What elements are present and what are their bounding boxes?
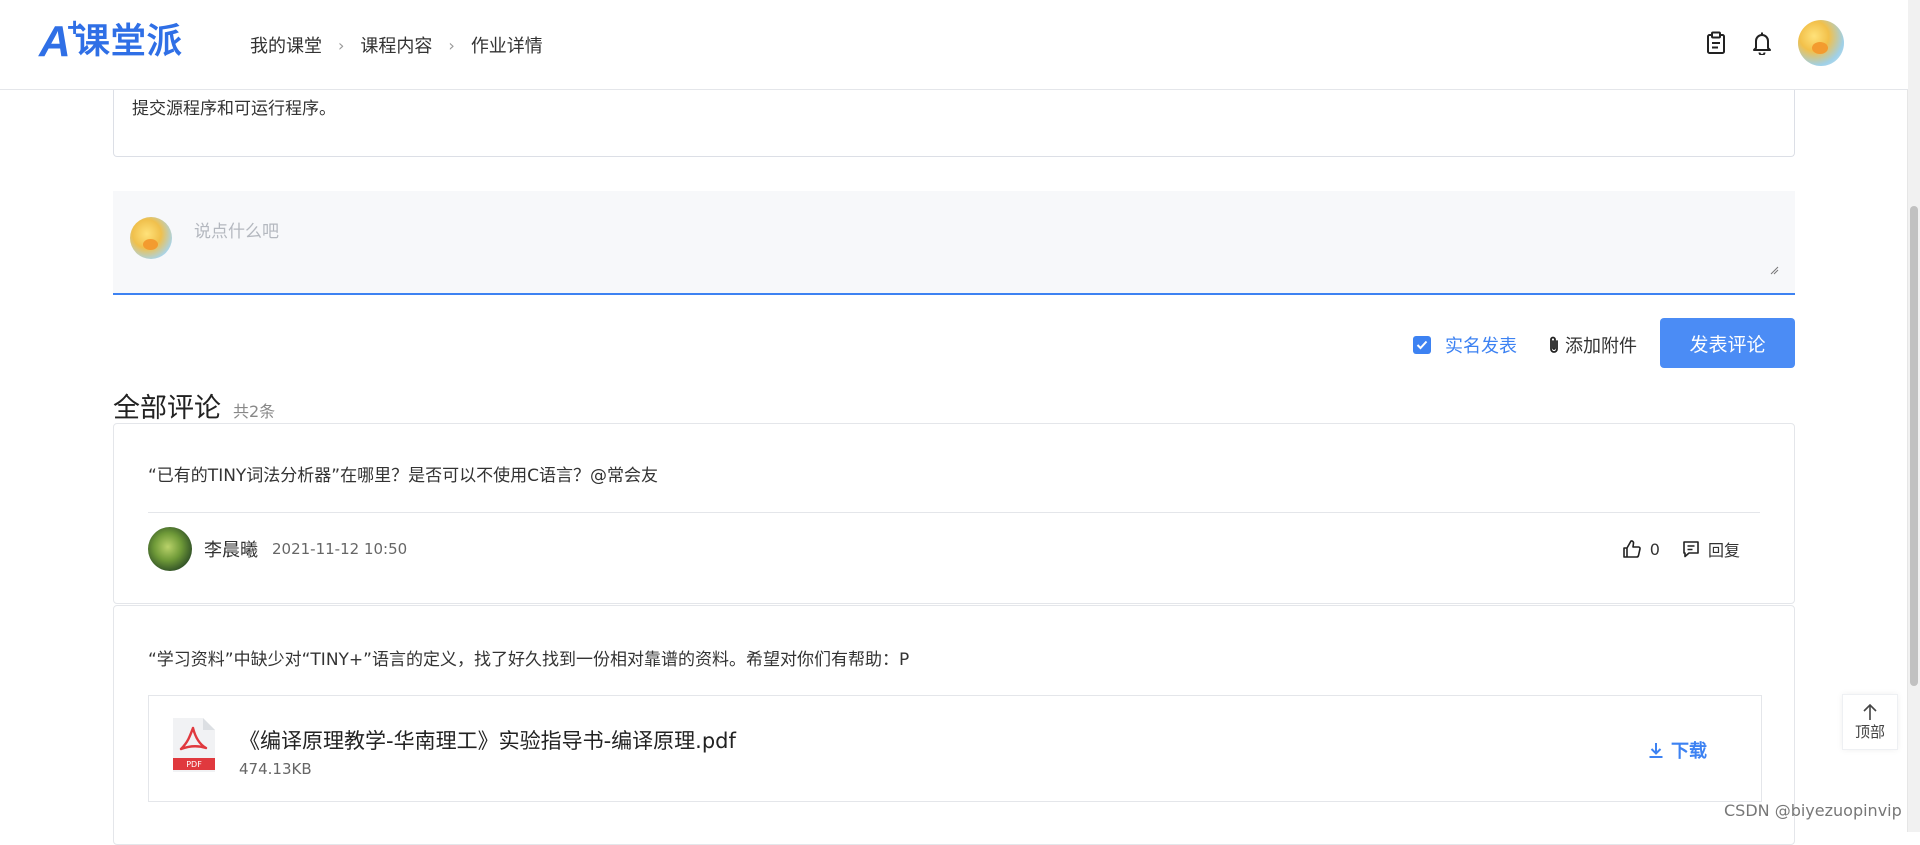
post-comment-button[interactable]: 发表评论 [1660,318,1795,368]
realname-label: 实名发表 [1445,336,1517,357]
logo-a-mark: A [39,17,71,66]
svg-text:PDF: PDF [186,760,202,769]
user-avatar[interactable] [1798,20,1844,66]
add-attachment-button[interactable]: 添加附件 [1547,332,1637,358]
top-header: A + 课堂派 我的课堂 › 课程内容 › 作业详情 [0,0,1908,90]
comment-actions: 0 回复 [1600,537,1740,561]
reply-button[interactable]: 回复 [1682,537,1740,561]
comment-time: 2021-11-12 10:50 [272,540,408,558]
commenter-name[interactable]: 李晨曦 [204,536,258,562]
checkbox-checked-icon[interactable] [1413,336,1431,354]
breadcrumb: 我的课堂 › 课程内容 › 作业详情 [250,32,543,58]
comment-text: “已有的TINY词法分析器”在哪里？是否可以不使用C语言？@常会友 [148,466,658,486]
page-scrollbar[interactable] [1907,0,1920,832]
chevron-right-icon: › [448,35,455,55]
back-to-top-label: 顶部 [1854,722,1885,741]
breadcrumb-my-classroom[interactable]: 我的课堂 [250,32,322,58]
download-label: 下载 [1671,741,1707,762]
download-icon [1649,743,1663,758]
reply-label: 回复 [1707,541,1740,560]
comment-input[interactable]: 说点什么吧 [194,217,279,242]
comment-text: “学习资料”中缺少对“TINY+”语言的定义，找了好久找到一份相对靠谱的资料。希… [148,650,910,670]
comment-card: “学习资料”中缺少对“TINY+”语言的定义，找了好久找到一份相对靠谱的资料。希… [113,605,1795,845]
divider [148,512,1760,513]
breadcrumb-course-content[interactable]: 课程内容 [360,32,432,58]
comment-icon [1683,541,1699,558]
realname-checkbox[interactable]: 实名发表 [1413,332,1517,358]
arrow-up-icon [1863,703,1877,720]
watermark: CSDN @biyezuopinvip [1724,801,1902,820]
header-actions [1702,20,1844,66]
comments-count: 共2条 [233,402,276,421]
scrollbar-thumb[interactable] [1910,206,1918,686]
pdf-file-icon: PDF [173,718,215,772]
file-name[interactable]: 《编译原理教学-华南理工》实验指导书-编译原理.pdf [239,725,736,755]
logo-plus-mark: + [67,12,83,42]
clipboard-icon[interactable] [1702,29,1730,57]
comment-card: “已有的TINY词法分析器”在哪里？是否可以不使用C语言？@常会友 李晨曦 20… [113,423,1795,604]
file-size: 474.13KB [239,760,312,778]
comments-section-title: 全部评论 [113,393,221,424]
breadcrumb-assignment-detail: 作业详情 [470,36,543,57]
thumbs-up-icon [1622,540,1641,558]
bell-icon[interactable] [1748,29,1776,57]
editor-avatar [130,217,172,259]
download-button[interactable]: 下载 [1647,737,1707,763]
post-bar: 实名发表 添加附件 发表评论 [113,318,1795,368]
like-button[interactable]: 0 [1622,539,1660,559]
commenter-avatar[interactable] [148,527,192,571]
attach-label: 添加附件 [1565,336,1637,357]
comment-meta: 李晨曦 2021-11-12 10:50 0 回复 [148,527,1760,571]
comment-editor[interactable]: 说点什么吧 [113,191,1795,295]
logo-text: 课堂派 [74,22,183,62]
assignment-description: 提交源程序和可运行程序。 [132,99,336,119]
site-logo[interactable]: A + 课堂派 [39,12,183,66]
resize-handle-icon[interactable] [1769,265,1779,275]
chevron-right-icon: › [338,35,345,55]
like-count: 0 [1649,539,1660,559]
attachment-file[interactable]: PDF 《编译原理教学-华南理工》实验指导书-编译原理.pdf 474.13KB… [148,695,1762,802]
paperclip-icon [1550,336,1558,353]
comments-section-header: 全部评论 共2条 [113,386,275,425]
back-to-top-button[interactable]: 顶部 [1842,694,1898,750]
